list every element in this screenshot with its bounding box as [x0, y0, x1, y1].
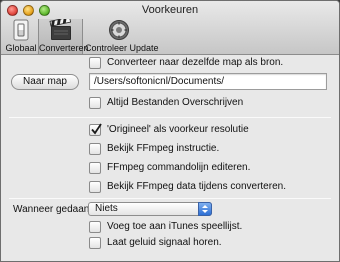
when-done-selected-value: Niets — [95, 203, 118, 214]
show-data-label: Bekijk FFmpeg data tijdens converteren. — [107, 181, 286, 192]
itunes-checkbox[interactable] — [89, 221, 101, 233]
same-folder-checkbox[interactable] — [89, 57, 101, 69]
window-title: Voorkeuren — [141, 4, 199, 16]
light-switch-icon — [13, 19, 29, 41]
folder-path-field[interactable]: /Users/softonicnl/Documents/ — [89, 73, 327, 90]
tab-globaal[interactable]: Globaal — [4, 19, 38, 54]
overwrite-checkbox[interactable] — [89, 97, 101, 109]
show-instruction-checkbox[interactable] — [89, 143, 101, 155]
show-data-checkbox[interactable] — [89, 181, 101, 193]
tab-converteren-label: Converteren — [39, 43, 89, 53]
choose-folder-button[interactable]: Naar map — [11, 74, 79, 90]
preferences-window: Voorkeuren Globaal Converteren Controlee… — [0, 0, 340, 262]
tab-controleer-update-label: Controleer Update — [85, 43, 159, 53]
edit-cmdline-label: FFmpeg commandolijn editeren. — [107, 162, 251, 173]
original-resolution-label: 'Origineel' als voorkeur resolutie — [107, 124, 249, 135]
tab-converteren[interactable]: Converteren — [38, 19, 89, 54]
when-done-label: Wanneer gedaan : — [13, 204, 95, 215]
same-folder-label: Converteer naar dezelfde map als bron. — [107, 57, 284, 68]
section-divider — [9, 117, 331, 118]
tab-controleer-update[interactable]: Controleer Update — [85, 19, 159, 54]
when-done-select[interactable]: Niets — [88, 202, 212, 216]
itunes-label: Voeg toe aan iTunes speellijst. — [107, 221, 243, 232]
checkmark-icon — [91, 123, 102, 135]
overwrite-label: Altijd Bestanden Overschrijven — [107, 97, 244, 108]
sound-label: Laat geluid signaal horen. — [107, 237, 222, 248]
sound-checkbox[interactable] — [89, 237, 101, 249]
original-resolution-checkbox[interactable] — [89, 123, 102, 136]
clapperboard-icon — [49, 19, 71, 40]
title-toolbar: Voorkeuren Globaal Converteren Controlee… — [1, 1, 339, 55]
gear-update-icon — [109, 20, 129, 40]
select-arrows-icon — [198, 202, 212, 216]
show-instruction-label: Bekijk FFmpeg instructie. — [107, 143, 220, 154]
edit-cmdline-checkbox[interactable] — [89, 162, 101, 174]
section-divider — [9, 198, 331, 199]
tab-globaal-label: Globaal — [5, 43, 37, 53]
